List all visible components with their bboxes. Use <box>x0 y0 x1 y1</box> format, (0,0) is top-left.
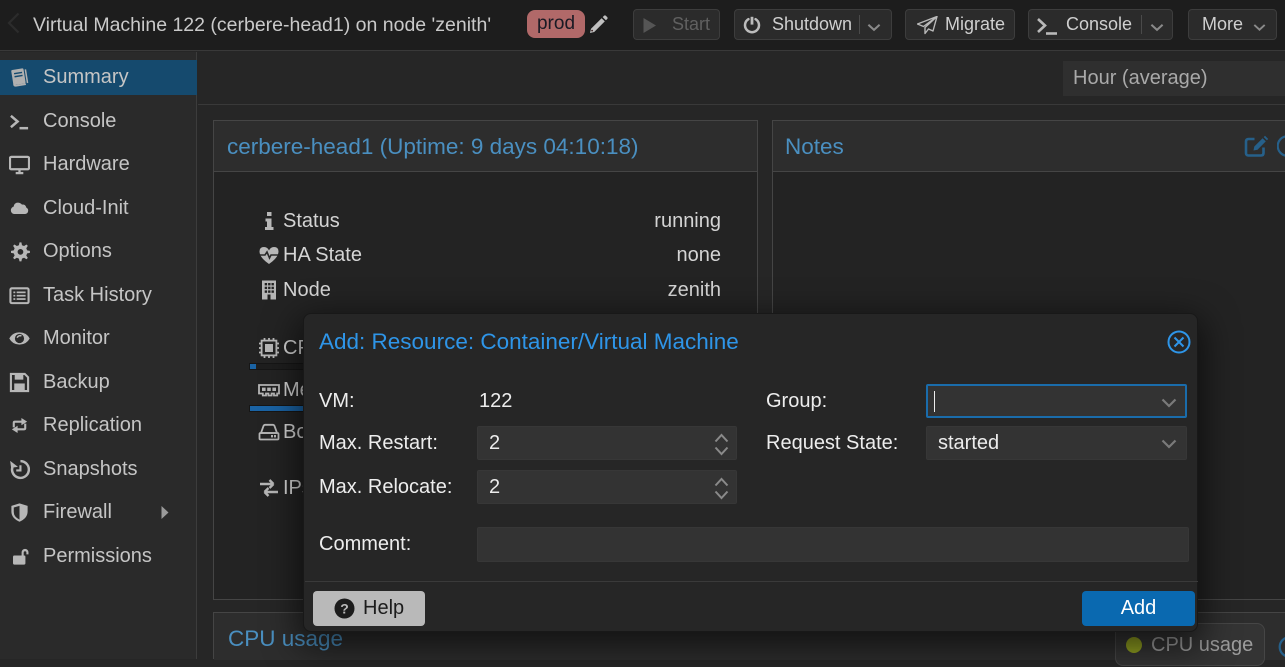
svg-text:?: ? <box>340 601 349 617</box>
